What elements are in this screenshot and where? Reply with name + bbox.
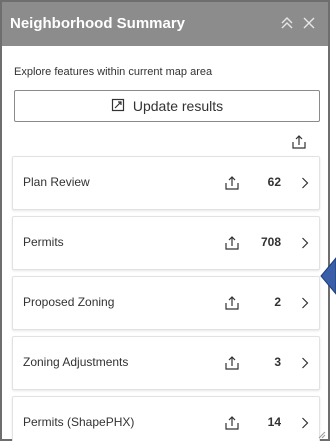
chevron-right-icon[interactable]	[299, 235, 311, 251]
list-item-count: 3	[274, 355, 281, 369]
panel-header: Neighborhood Summary	[2, 2, 328, 46]
list-item-label: Permits (ShapePHX)	[23, 415, 135, 429]
resize-grip-icon[interactable]	[316, 426, 326, 439]
update-results-label: Update results	[132, 98, 224, 114]
chevron-right-icon[interactable]	[299, 175, 311, 191]
chevron-right-icon[interactable]	[299, 295, 311, 311]
list-item[interactable]: Proposed Zoning 2	[12, 276, 320, 330]
export-icon[interactable]	[222, 352, 242, 374]
list-item[interactable]: Plan Review 62	[12, 156, 320, 210]
panel-subtitle: Explore features within current map area	[14, 66, 213, 78]
update-results-button[interactable]: Update results	[14, 90, 320, 122]
export-icon[interactable]	[222, 232, 242, 254]
neighborhood-summary-panel: Neighborhood Summary Explore features wi…	[0, 0, 330, 441]
panel-title: Neighborhood Summary	[10, 15, 186, 32]
list-item-count: 62	[267, 175, 281, 189]
refresh-extent-icon	[111, 98, 125, 115]
list-item[interactable]: Permits (ShapePHX) 14	[12, 396, 320, 441]
callout-arrow-icon	[320, 257, 336, 295]
chevron-right-icon[interactable]	[299, 355, 311, 371]
list-item-count: 2	[274, 295, 281, 309]
list-item-label: Plan Review	[23, 175, 90, 189]
export-icon[interactable]	[222, 172, 242, 194]
list-item[interactable]: Permits 708	[12, 216, 320, 270]
list-item-count: 14	[267, 415, 281, 429]
panel-body: Explore features within current map area…	[2, 46, 328, 441]
export-icon[interactable]	[289, 132, 309, 152]
list-item[interactable]: Zoning Adjustments 3	[12, 336, 320, 390]
export-icon[interactable]	[222, 292, 242, 314]
chevron-right-icon[interactable]	[299, 415, 311, 431]
list-item-label: Zoning Adjustments	[23, 355, 129, 369]
list-item-count: 708	[260, 235, 281, 249]
list-item-label: Proposed Zoning	[23, 295, 115, 309]
list-item-label: Permits	[23, 235, 64, 249]
export-icon[interactable]	[222, 412, 242, 434]
close-icon[interactable]	[298, 11, 320, 35]
double-chevron-up-icon[interactable]	[276, 11, 298, 35]
